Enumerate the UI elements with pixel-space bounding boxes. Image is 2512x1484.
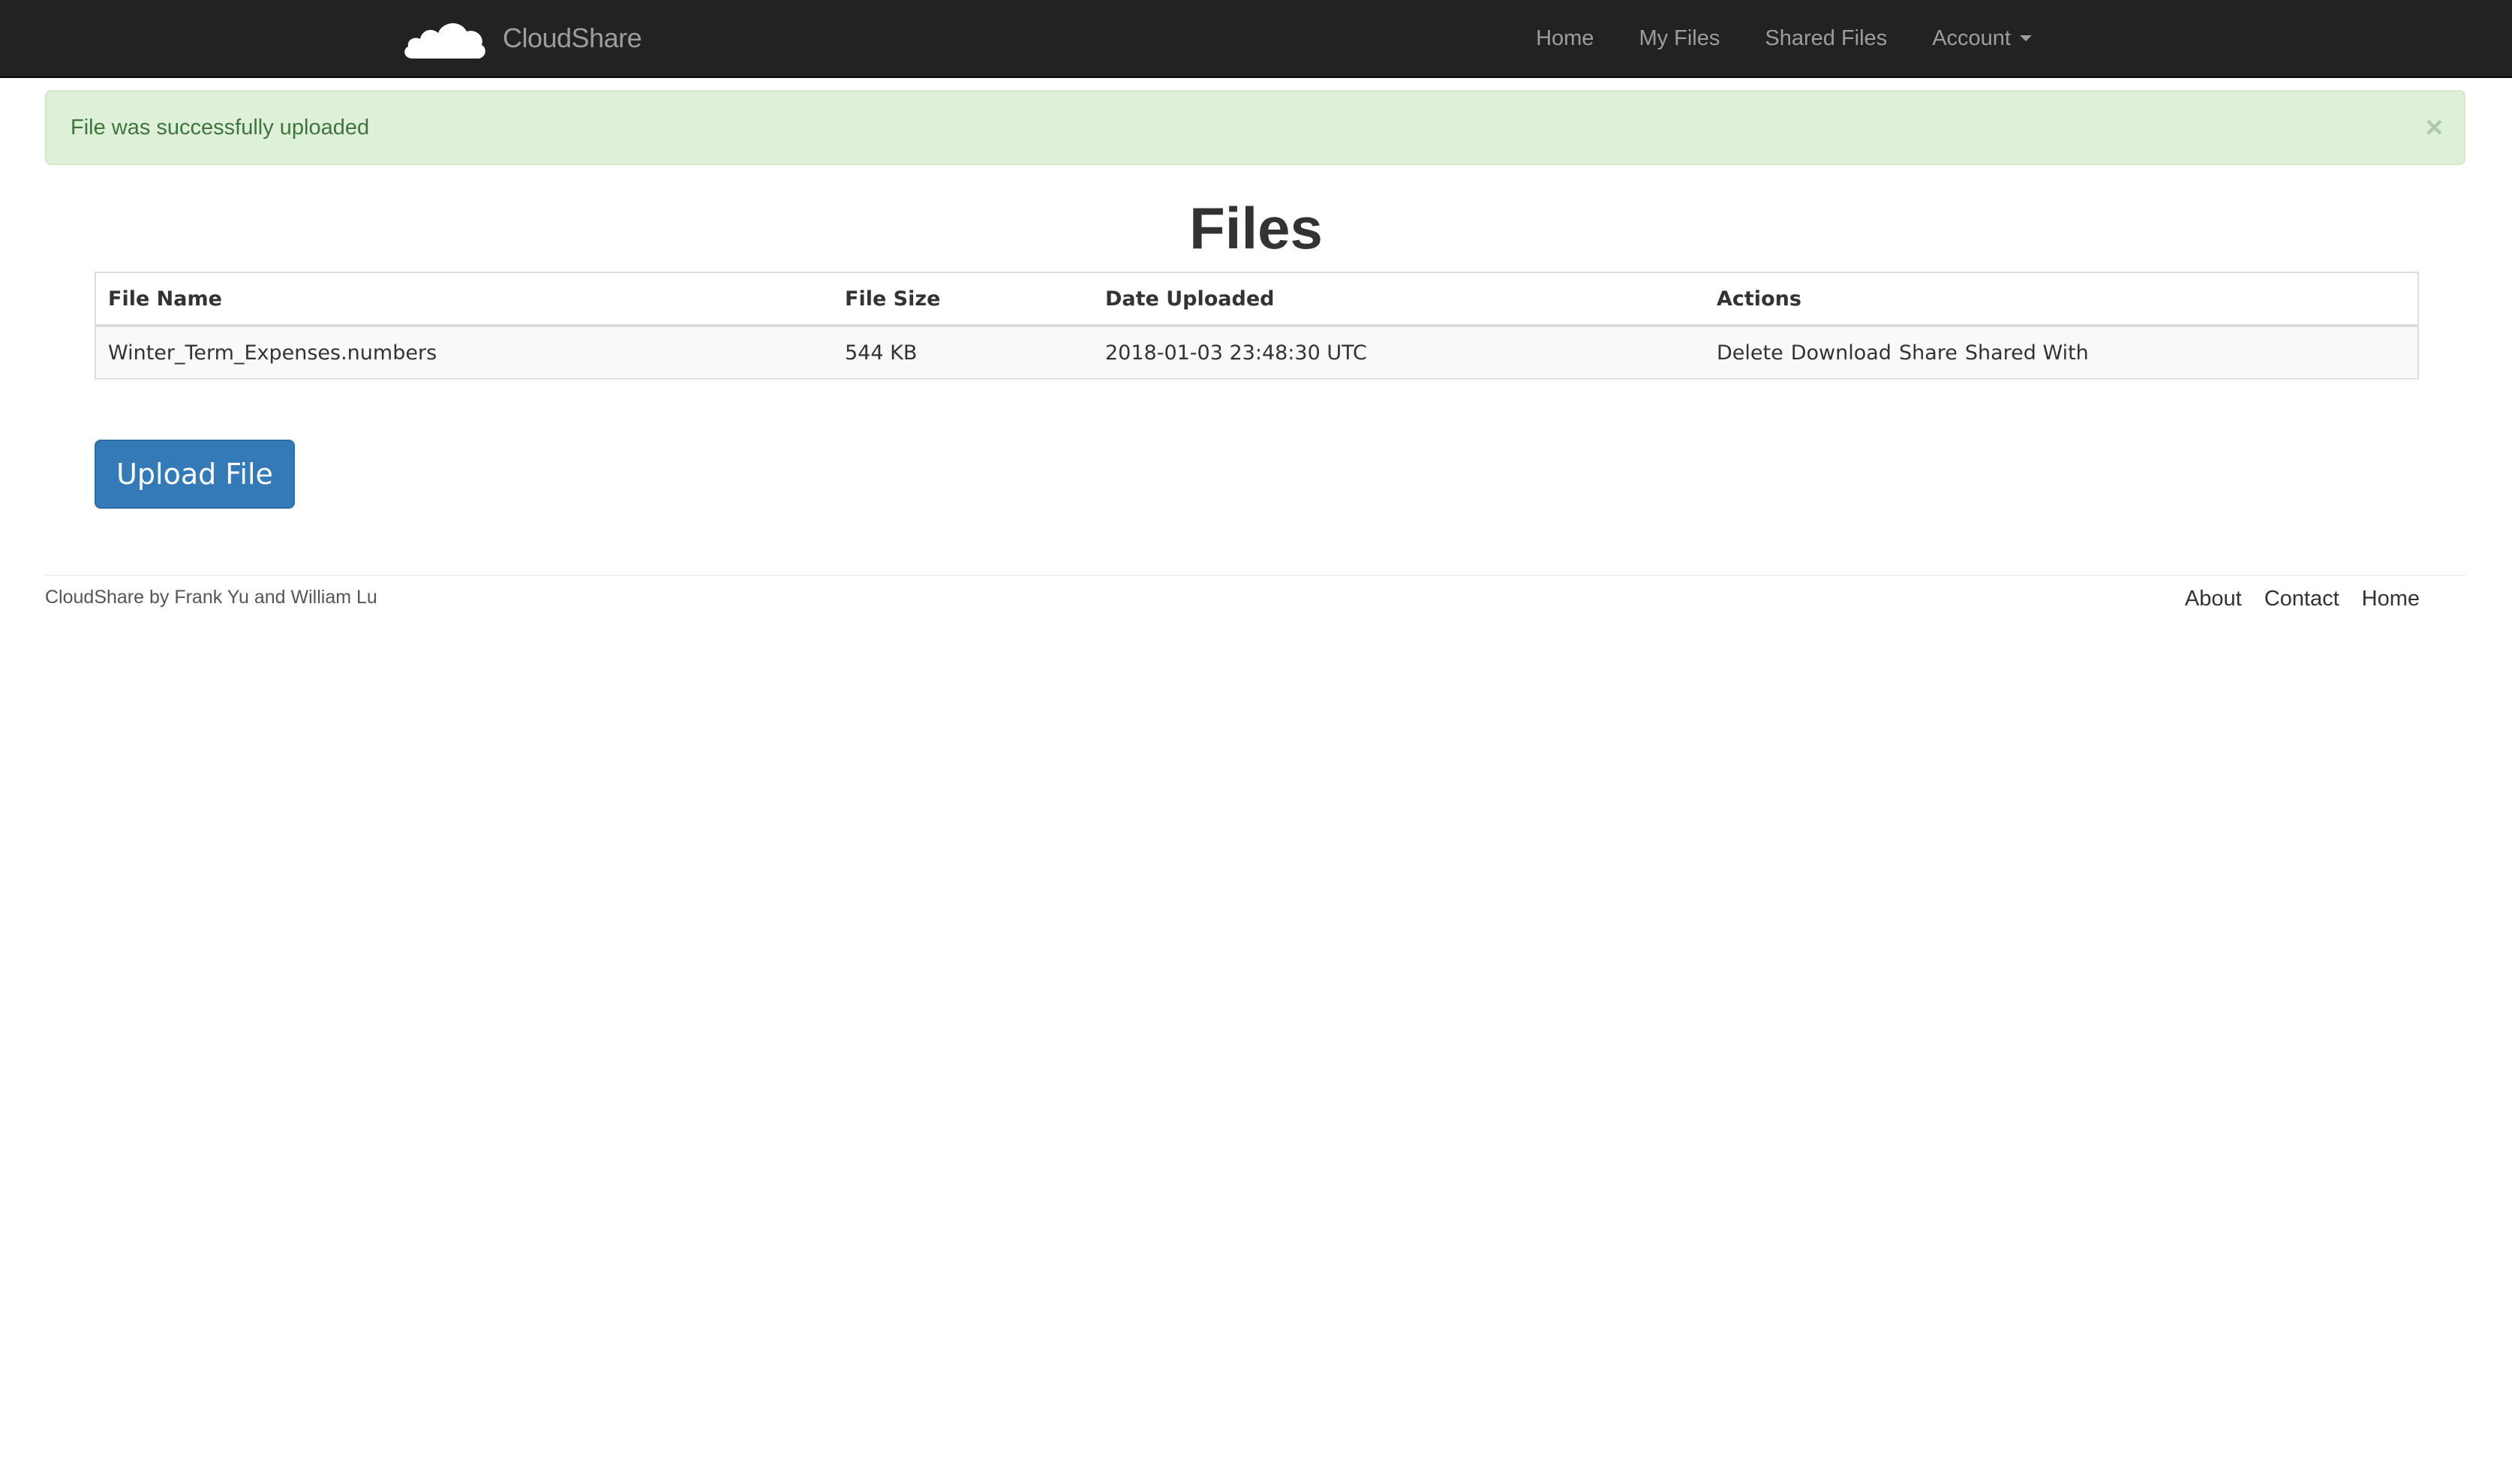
nav-home[interactable]: Home <box>1513 26 1616 51</box>
nav-my-files-label: My Files <box>1639 26 1720 50</box>
nav-home-label: Home <box>1536 26 1594 50</box>
footer-credit: CloudShare by Frank Yu and William Lu <box>45 587 377 608</box>
file-size-cell: 544 KB <box>833 326 1093 378</box>
upload-file-button[interactable]: Upload File <box>95 440 295 509</box>
header-file-name: File Name <box>96 273 833 327</box>
brand-name: CloudShare <box>503 23 642 53</box>
page-title: Files <box>1189 195 1323 261</box>
top-navbar: CloudShare Home My Files Shared Files Ac… <box>0 0 2512 78</box>
nav-my-files[interactable]: My Files <box>1616 26 1742 51</box>
brand-link[interactable]: CloudShare <box>402 12 642 65</box>
file-name-cell: Winter_Term_Expenses.numbers <box>96 326 833 378</box>
actions-cell: Delete Download Share Shared With <box>1705 326 2417 378</box>
alert-message: File was successfully uploaded <box>71 116 370 140</box>
date-uploaded-cell: 2018-01-03 23:48:30 UTC <box>1093 326 1705 378</box>
nav-shared-files[interactable]: Shared Files <box>1742 26 1910 51</box>
header-actions: Actions <box>1705 273 2417 327</box>
success-alert: File was successfully uploaded × <box>45 90 2465 165</box>
nav-account-dropdown[interactable]: Account <box>1910 26 2054 51</box>
header-date-uploaded: Date Uploaded <box>1093 273 1705 327</box>
footer-nav: About Contact Home <box>2185 584 2420 614</box>
footer-divider <box>45 575 2465 576</box>
table-header-row: File Name File Size Date Uploaded Action… <box>96 273 2417 327</box>
caret-down-icon <box>2020 35 2032 41</box>
footer-about-link[interactable]: About <box>2185 584 2242 614</box>
close-icon[interactable]: × <box>2426 92 2443 164</box>
share-link[interactable]: Share <box>1899 341 1958 365</box>
nav-shared-files-label: Shared Files <box>1765 26 1888 50</box>
footer-contact-link[interactable]: Contact <box>2264 584 2339 614</box>
download-link[interactable]: Download <box>1791 341 1892 365</box>
delete-link[interactable]: Delete <box>1717 341 1783 365</box>
main-nav: Home My Files Shared Files Account <box>1513 0 2054 77</box>
files-table: File Name File Size Date Uploaded Action… <box>95 272 2419 380</box>
header-file-size: File Size <box>833 273 1093 327</box>
table-row: Winter_Term_Expenses.numbers 544 KB 2018… <box>96 326 2417 378</box>
cloud-logo-icon <box>404 23 485 59</box>
footer-home-link[interactable]: Home <box>2362 584 2420 614</box>
nav-account-label: Account <box>1932 26 2011 50</box>
shared-with-link[interactable]: Shared With <box>1965 341 2089 365</box>
